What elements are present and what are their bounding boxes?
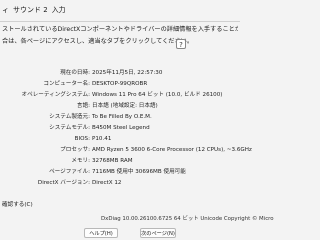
row-computer-name: コンピューター名: DESKTOP-99QROBR (0, 79, 240, 90)
value-memory: 32768MB RAM (92, 158, 133, 164)
dxdiag-version-text: DxDiag 10.00.26100.6725 64 ビット Unicode C… (101, 216, 274, 222)
label-directx-version: DirectX バージョン: (37, 180, 90, 186)
value-language: 日本語 (地域設定: 日本語) (92, 103, 158, 109)
row-processor: プロセッサ: AMD Ryzen 5 3600 6-Core Processor… (0, 145, 252, 156)
row-language: 言語: 日本語 (地域設定: 日本語) (0, 101, 240, 112)
value-page-file: 7116MB 使用中 30696MB 使用可能 (92, 169, 186, 175)
label-computer-name: コンピューター名: (43, 81, 90, 87)
question-icon[interactable]: ? (176, 39, 186, 49)
value-processor: AMD Ryzen 5 3600 6-Core Processor (12 CP… (92, 147, 252, 153)
value-computer-name: DESKTOP-99QROBR (92, 81, 148, 87)
row-memory: メモリ: 32768MB RAM (0, 156, 240, 167)
row-bios: BIOS: P10.41 (0, 134, 240, 145)
help-button[interactable]: ヘルプ(H) (84, 228, 118, 238)
label-bios: BIOS: (74, 136, 90, 142)
row-manufacturer: システム製造元: To Be Filled By O.E.M. (0, 112, 240, 123)
label-language: 言語: (76, 103, 90, 109)
tab-divider (0, 21, 240, 22)
row-page-file: ページファイル: 7116MB 使用中 30696MB 使用可能 (0, 167, 240, 178)
value-directx-version: DirectX 12 (92, 180, 122, 186)
label-memory: メモリ: (71, 158, 90, 164)
check-option-label[interactable]: 確認する(C) (2, 200, 33, 211)
next-page-button[interactable]: 次のページ(N) (140, 228, 176, 238)
value-datetime: 2025年11月5日, 22:57:30 (92, 70, 163, 76)
label-processor: プロセッサ: (60, 147, 90, 153)
row-directx-version: DirectX バージョン: DirectX 12 (0, 178, 240, 189)
tab-sound-2[interactable]: サウンド 2 (13, 5, 48, 15)
value-model: B450M Steel Legend (92, 125, 150, 131)
system-info-panel: 現在の日時: 2025年11月5日, 22:57:30 コンピューター名: DE… (0, 68, 252, 216)
intro-line-2: 合は、各ページにアクセスし、適当なタブをクリックしてください。 (2, 38, 194, 45)
intro-text: ストールされているDirectXコンポーネントやドライバーの詳細情報を入手するこ… (2, 24, 238, 48)
intro-line-1: ストールされているDirectXコンポーネントやドライバーの詳細情報を入手するこ… (2, 26, 238, 33)
label-page-file: ページファイル: (49, 169, 90, 175)
tab-display[interactable]: ィ (2, 5, 9, 15)
label-datetime: 現在の日時: (60, 70, 90, 76)
value-manufacturer: To Be Filled By O.E.M. (92, 114, 152, 120)
label-os: オペレーティングシステム: (21, 92, 90, 98)
label-manufacturer: システム製造元: (49, 114, 90, 120)
footer: DxDiag 10.00.26100.6725 64 ビット Unicode C… (0, 214, 274, 240)
label-model: システムモデル: (49, 125, 90, 131)
tab-input[interactable]: 入力 (52, 5, 66, 15)
row-model: システムモデル: B450M Steel Legend (0, 123, 240, 134)
row-datetime: 現在の日時: 2025年11月5日, 22:57:30 (0, 68, 240, 79)
tab-strip: ィ サウンド 2 入力 (0, 0, 240, 20)
row-os: オペレーティングシステム: Windows 11 Pro 64 ビット (10.… (0, 90, 240, 101)
value-bios: P10.41 (92, 136, 112, 142)
value-os: Windows 11 Pro 64 ビット (10.0, ビルド 26100) (92, 92, 223, 98)
